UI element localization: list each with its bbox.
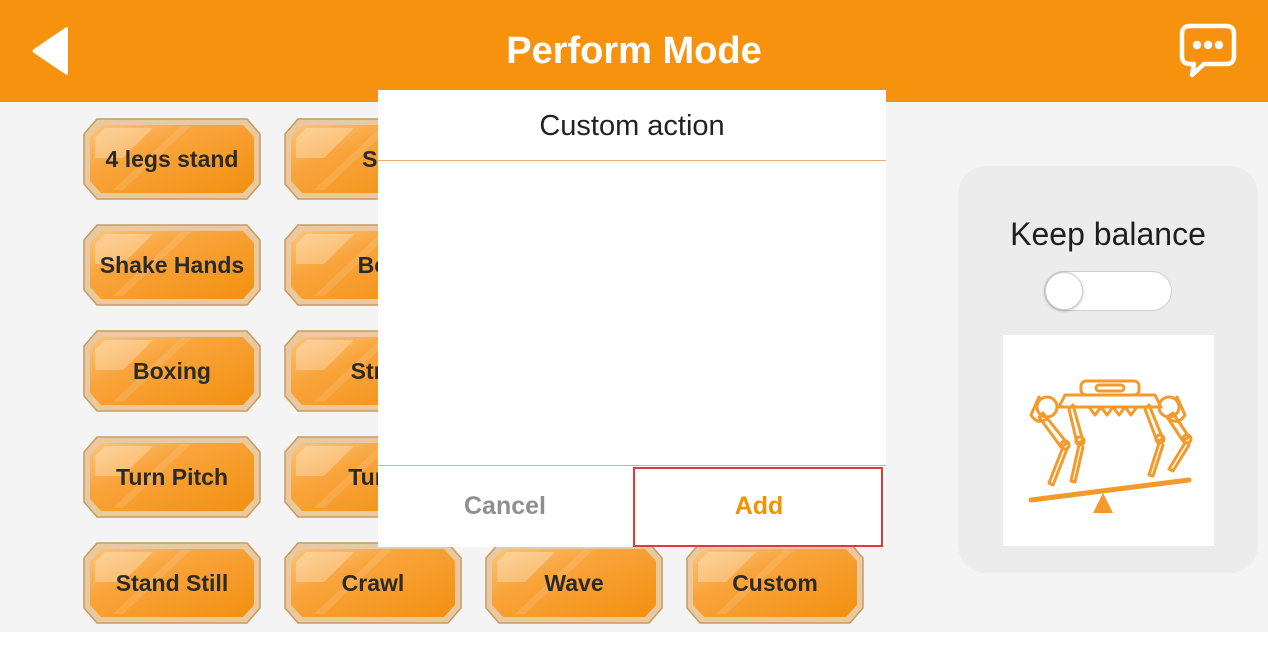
balance-robot-illustration [1028, 379, 1193, 513]
action-label: Wave [544, 569, 604, 596]
action-button-crawl[interactable]: Crawl [284, 542, 462, 624]
action-button-shake-hands[interactable]: Shake Hands [83, 224, 261, 306]
action-label: Crawl [341, 569, 405, 596]
action-label: Custom [732, 569, 818, 596]
balance-robot-image [1003, 335, 1214, 546]
dialog-body [378, 161, 886, 465]
action-button-boxing[interactable]: Boxing [83, 330, 261, 412]
action-label: Stand Still [115, 569, 229, 596]
chat-bubble-icon[interactable] [1178, 22, 1238, 80]
page-title: Perform Mode [506, 30, 762, 72]
keep-balance-toggle[interactable] [1044, 271, 1172, 311]
dialog-title: Custom action [539, 110, 725, 142]
toggle-knob [1045, 272, 1083, 310]
balance-panel: Keep balance [958, 166, 1258, 573]
bottom-bar [0, 632, 1268, 648]
action-button-turn-pitch[interactable]: Turn Pitch [83, 436, 261, 518]
action-button-custom[interactable]: Custom [686, 542, 864, 624]
action-label: Boxing [133, 357, 211, 384]
action-label: Turn Pitch [115, 463, 228, 490]
cancel-button[interactable]: Cancel [378, 466, 632, 547]
action-button-stand-still[interactable]: Stand Still [83, 542, 261, 624]
keep-balance-label: Keep balance [1010, 216, 1206, 252]
action-label: 4 legs stand [105, 145, 239, 172]
action-button-4-legs-stand[interactable]: 4 legs stand [83, 118, 261, 200]
add-button[interactable]: Add [632, 466, 886, 547]
action-button-wave[interactable]: Wave [485, 542, 663, 624]
action-label: Shake Hands [99, 251, 245, 278]
custom-action-dialog: Custom action Cancel Add [378, 90, 886, 547]
app-header: Perform Mode [0, 0, 1268, 102]
